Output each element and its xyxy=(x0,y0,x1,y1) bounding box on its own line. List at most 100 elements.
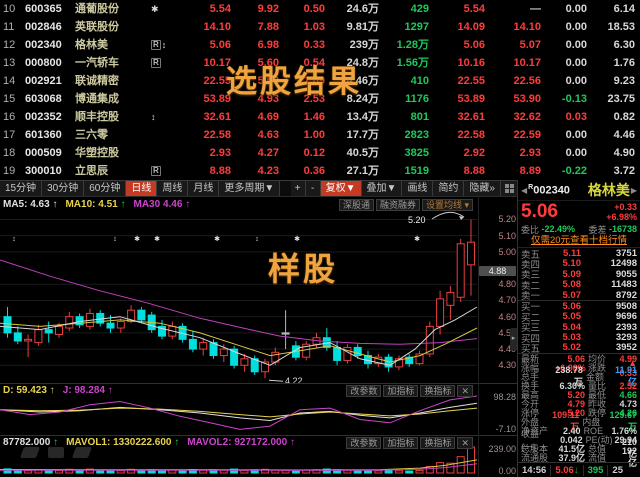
turnover-rate: 18.53 xyxy=(607,21,635,33)
last-price: 5.54 xyxy=(209,3,231,15)
pane-button-融资融券[interactable]: 融资融券 xyxy=(375,199,420,211)
stock-row[interactable]: 19 300010 立思辰 R 8.88 4.23 0.36 27.1万 1519 8.88 8.8… xyxy=(0,162,640,180)
current-volume: 3825 xyxy=(404,147,429,159)
order-price: 5.07 xyxy=(562,289,582,301)
pane-button-设置均线 ▾[interactable]: 设置均线 ▾ xyxy=(421,199,473,211)
pane-button-换指标[interactable]: 换指标 xyxy=(420,437,456,449)
pane-button-加指标[interactable]: 加指标 xyxy=(383,437,419,449)
next-stock-icon[interactable]: ▶ xyxy=(630,186,638,195)
stock-row[interactable]: 11 002846 英联股份 14.10 7.88 1.03 9.81万 1297 14.09 1… xyxy=(0,18,640,36)
prev-stock-icon[interactable]: ◀ xyxy=(520,186,528,195)
order-volume: 9055 xyxy=(615,268,637,280)
row-number: 11 xyxy=(3,21,15,33)
period-tab-更多周期▼[interactable]: 更多周期▼ xyxy=(219,181,281,196)
pane-button-✕[interactable]: ✕ xyxy=(457,437,473,449)
candle-body xyxy=(44,329,53,334)
high-annotation: 5.20 xyxy=(408,215,426,225)
stock-name: 三六零 xyxy=(75,129,108,141)
stock-row[interactable]: 16 002352 顺丰控股 ↕ 32.61 4.69 1.46 13.4万 801 32.61 3… xyxy=(0,108,640,126)
speed: 0.00 xyxy=(565,3,587,15)
quote-panel: ◀ R002340 格林美 ▶ 5.06 +0.33 +6.98% 委比 -22.… xyxy=(517,180,640,477)
kdj-pane-buttons: 改参数 加指标 换指标 ✕ xyxy=(346,385,473,397)
pane-button-深股通[interactable]: 深股通 xyxy=(338,199,374,211)
price-block: 5.06 +0.33 +6.98% xyxy=(518,201,640,223)
pane-button-✕[interactable]: ✕ xyxy=(457,385,473,397)
kdj_k-line xyxy=(0,402,478,422)
period-tab-日线[interactable]: 日线 xyxy=(126,181,158,196)
total-volume: 13.4万 xyxy=(346,111,379,123)
current-price-tag: 4.88 xyxy=(479,266,516,277)
legend-item: MAVOL1: 1330222.600 ↑ xyxy=(66,437,180,448)
pane-button-加指标[interactable]: 加指标 xyxy=(383,385,419,397)
legend-item: MA10: 4.51 ↑ xyxy=(65,199,126,210)
tick-price: 5.06↓ xyxy=(551,464,584,476)
tool-button-叠加▼[interactable]: 叠加▼ xyxy=(361,181,403,196)
period-tab-月线[interactable]: 月线 xyxy=(188,181,220,196)
total-volume: 40.5万 xyxy=(346,147,379,159)
pane-button-换指标[interactable]: 换指标 xyxy=(420,385,456,397)
stock-code: 002921 xyxy=(25,75,62,87)
bid-price: 5.06 xyxy=(463,39,485,51)
stock-name: 格林美 xyxy=(587,182,630,198)
selection-result-watermark: 选股结果 xyxy=(226,64,362,99)
pane-button-改参数[interactable]: 改参数 xyxy=(346,385,382,397)
pane-button-改参数[interactable]: 改参数 xyxy=(346,437,382,449)
tool-button-简约[interactable]: 简约 xyxy=(433,181,465,196)
kline-chart-region[interactable]: ↕ ↕ ✱ ✱ ✱ ↕ ✱ ✱ 4.22 5.20 5.20 5.10 5.00 4.80 4.70 4.6… xyxy=(0,197,517,477)
change-percent: 4.27 xyxy=(257,147,279,159)
period-tab-30分钟[interactable]: 30分钟 xyxy=(42,181,85,196)
stock-name: 立思辰 xyxy=(75,165,108,177)
quote-header: ◀ R002340 格林美 ▶ xyxy=(518,180,640,201)
volume-bar xyxy=(467,446,475,474)
period-tab-15分钟[interactable]: 15分钟 xyxy=(0,181,43,196)
current-volume: 2823 xyxy=(404,129,429,141)
candle-body xyxy=(106,322,115,329)
tick-count: 25 xyxy=(612,464,623,476)
tool-button-复权▼[interactable]: 复权▼ xyxy=(320,181,362,196)
ask-price: 2.93 xyxy=(519,147,541,159)
current-volume: 410 xyxy=(410,75,429,87)
stock-row[interactable]: 18 000509 华塑控股 2.93 4.27 0.12 40.5万 3825 2.92 2.9… xyxy=(0,144,640,162)
candle-body xyxy=(240,358,249,366)
legend-item: MA5: 4.63 ↑ xyxy=(3,199,58,210)
bid-price: 5.54 xyxy=(463,3,485,15)
stock-code: 601360 xyxy=(25,129,62,141)
stock-badges: ↕ xyxy=(151,108,177,126)
change-percent: 4.23 xyxy=(257,165,279,177)
pane-divider xyxy=(0,383,517,384)
stock-code: 000800 xyxy=(25,57,62,69)
period-tab-周线[interactable]: 周线 xyxy=(157,181,189,196)
order-volume: 12498 xyxy=(610,258,637,270)
panel-collapse-handle[interactable]: ▸ xyxy=(510,328,517,350)
stock-code: 002352 xyxy=(25,111,62,123)
zoom-out-button[interactable]: - xyxy=(305,181,321,196)
order-volume: 8792 xyxy=(615,289,637,301)
stock-row[interactable]: 12 002340 格林美 R ↕ 5.06 6.98 0.33 239万 1.28万 5.06 5.… xyxy=(0,36,640,54)
star-icon: ✱ xyxy=(151,4,159,14)
bid-price: 22.55 xyxy=(457,75,485,87)
candle-body xyxy=(3,316,12,334)
event-marker-icon: ↕ xyxy=(12,236,16,243)
zoom-in-button[interactable]: + xyxy=(290,181,306,196)
current-volume: 1.28万 xyxy=(396,39,429,51)
total-volume: 17.7万 xyxy=(346,129,379,141)
volume-bar xyxy=(415,469,424,474)
trend-arrow-icon: ↑ xyxy=(53,437,59,448)
period-tab-60分钟[interactable]: 60分钟 xyxy=(84,181,127,196)
row-number: 16 xyxy=(3,111,16,123)
status-bar: 14:56 5.06↓ 395 25 xyxy=(518,462,640,477)
event-marker-icon: ↕ xyxy=(113,236,117,243)
candle-body xyxy=(65,316,74,329)
tool-button-画线[interactable]: 画线 xyxy=(402,181,434,196)
order-price: 5.05 xyxy=(562,311,582,323)
layout-grid-icon[interactable] xyxy=(501,181,517,196)
row-number: 19 xyxy=(3,165,16,177)
tool-button-隐藏»[interactable]: 隐藏» xyxy=(464,181,501,196)
volume-bar xyxy=(24,470,33,474)
change-percent: 9.92 xyxy=(257,3,279,15)
stock-name: 格林美 xyxy=(75,39,108,51)
stock-row[interactable]: 10 600365 通葡股份 ✱ 5.54 9.92 0.50 24.6万 429 5.54 — 0.… xyxy=(0,0,640,18)
turnover-rate: 1.76 xyxy=(613,57,635,69)
stock-row[interactable]: 17 601360 三六零 22.58 4.63 1.00 17.7万 2823 22.58 22… xyxy=(0,126,640,144)
stock-code: R002340 xyxy=(528,183,570,197)
